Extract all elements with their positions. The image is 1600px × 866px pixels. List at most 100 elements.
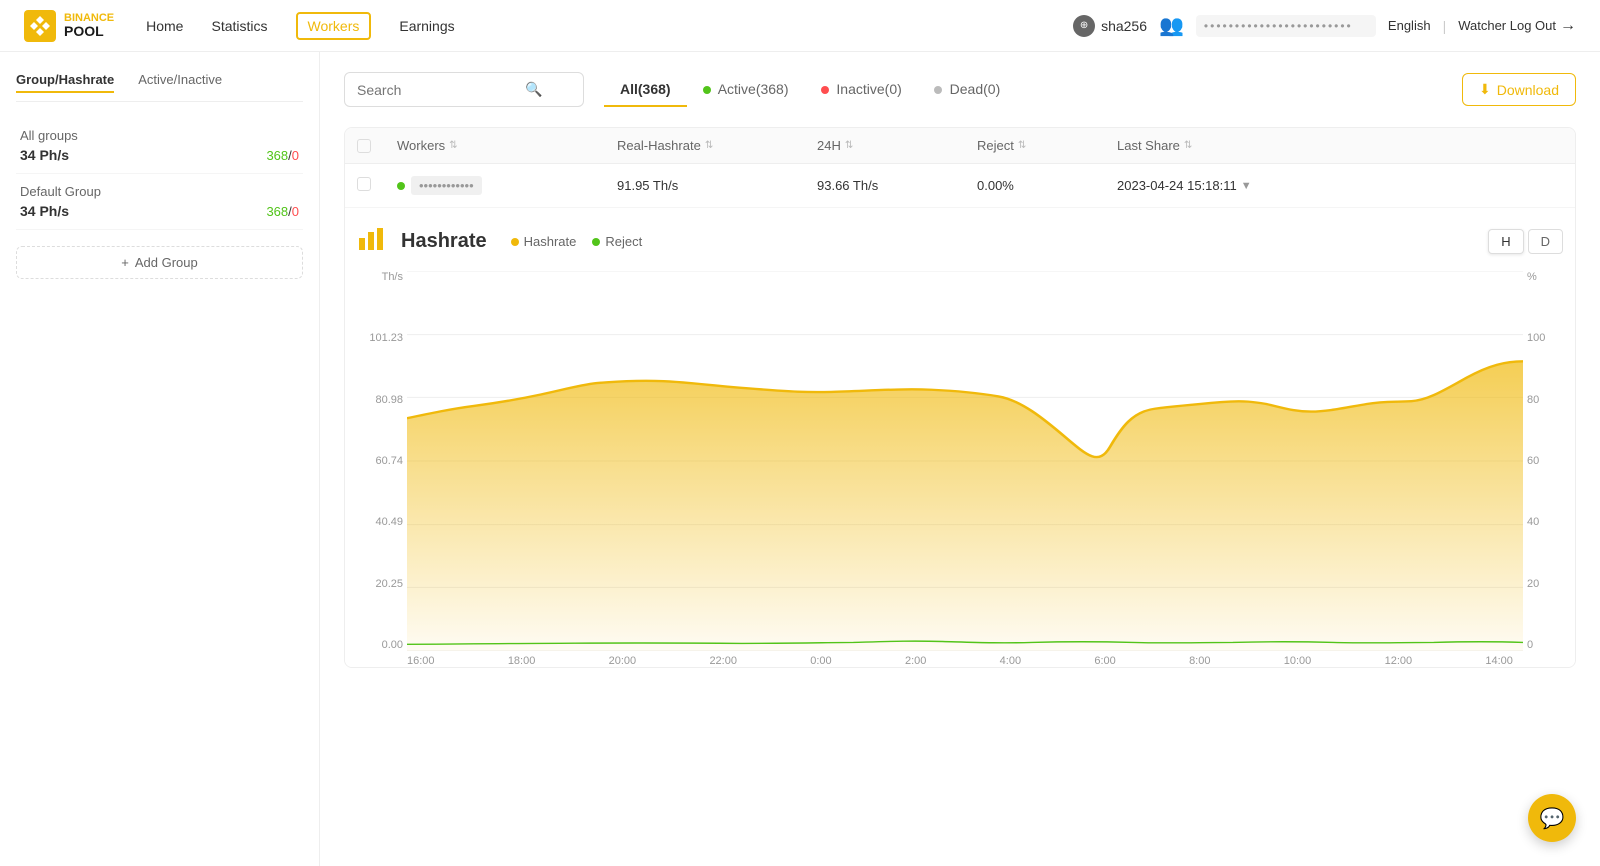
filter-active-label: Active(368)	[718, 81, 789, 97]
chart-controls: H D	[1488, 229, 1563, 254]
filter-all-label: All(368)	[620, 81, 671, 97]
logo[interactable]: BINANCE POOL	[24, 10, 114, 42]
chart-btn-day[interactable]: D	[1528, 229, 1563, 254]
hashrate-chart-section: Hashrate Hashrate Reject	[345, 208, 1575, 667]
default-group-stats: 34 Ph/s 368/0	[20, 203, 299, 219]
logout-button[interactable]: Watcher Log Out →	[1458, 17, 1576, 35]
add-group-label: Add Group	[135, 255, 198, 270]
th-reject-sort: ⇅	[1018, 140, 1026, 151]
filter-tab-dead[interactable]: Dead(0)	[918, 73, 1016, 107]
table-row-expanded: •••••••••••• 91.95 Th/s 93.66 Th/s 0.00%…	[345, 164, 1575, 667]
x-label-5: 2:00	[905, 655, 926, 667]
legend-reject-label: Reject	[605, 234, 642, 249]
add-group-icon: +	[121, 255, 129, 270]
all-groups-inactive: 0	[292, 148, 299, 163]
x-label-6: 4:00	[1000, 655, 1021, 667]
y-label-left-6: 0.00	[357, 639, 403, 651]
sidebar-tab-group-hashrate[interactable]: Group/Hashrate	[16, 72, 114, 93]
x-label-7: 6:00	[1094, 655, 1115, 667]
all-groups-label: All groups	[20, 128, 299, 143]
all-groups-stats: 34 Ph/s 368/0	[20, 147, 299, 163]
row-checkbox[interactable]	[357, 177, 371, 191]
worker-status-dot	[397, 182, 405, 190]
search-input[interactable]	[357, 82, 517, 98]
24h-value: 93.66 Th/s	[817, 178, 878, 193]
th-24h[interactable]: 24H ⇅	[805, 138, 965, 153]
th-last-share[interactable]: Last Share ⇅	[1105, 138, 1305, 153]
legend-reject: Reject	[592, 234, 642, 249]
sidebar-tab-bar: Group/Hashrate Active/Inactive	[16, 72, 303, 102]
x-label-4: 0:00	[810, 655, 831, 667]
x-label-9: 10:00	[1284, 655, 1312, 667]
last-share-value: 2023-04-24 15:18:11	[1117, 178, 1237, 193]
chart-x-axis: 16:00 18:00 20:00 22:00 0:00 2:00 4:00 6…	[357, 651, 1563, 667]
nav-right: ⊕ sha256 👥 •••••••••••••••••••••••• Engl…	[1073, 13, 1576, 38]
x-label-11: 14:00	[1485, 655, 1513, 667]
nav-home[interactable]: Home	[146, 18, 183, 34]
chart-btn-hour[interactable]: H	[1488, 229, 1523, 254]
filter-tab-all[interactable]: All(368)	[604, 73, 687, 107]
logout-label: Watcher Log Out	[1458, 18, 1556, 33]
y-label-right-3: 60	[1527, 455, 1563, 467]
download-icon: ⬇	[1479, 81, 1491, 98]
td-hashrate: 91.95 Th/s	[605, 178, 805, 193]
th-reject[interactable]: Reject ⇅	[965, 138, 1105, 153]
th-hashrate[interactable]: Real-Hashrate ⇅	[605, 138, 805, 153]
hashrate-chart-svg	[407, 271, 1523, 651]
expand-arrow-icon[interactable]: ▼	[1241, 180, 1252, 192]
chat-icon: 💬	[1540, 806, 1565, 831]
all-groups-active: 368	[266, 148, 288, 163]
default-group-label: Default Group	[20, 184, 299, 199]
chat-support-button[interactable]: 💬	[1528, 794, 1576, 842]
header-checkbox[interactable]	[357, 139, 371, 153]
chart-title: Hashrate	[401, 230, 487, 253]
y-label-left-0: Th/s	[357, 271, 403, 283]
chart-icon-svg	[357, 224, 385, 252]
binance-logo-icon	[24, 10, 56, 42]
dead-dot	[934, 86, 942, 94]
nav-earnings[interactable]: Earnings	[399, 18, 454, 34]
language-selector[interactable]: English	[1388, 18, 1431, 33]
x-label-1: 18:00	[508, 655, 536, 667]
nav-statistics[interactable]: Statistics	[211, 18, 267, 34]
nav-workers[interactable]: Workers	[296, 12, 372, 40]
legend-hashrate-dot	[511, 238, 519, 246]
td-checkbox	[345, 177, 385, 194]
y-label-left-5: 20.25	[357, 578, 403, 590]
download-button[interactable]: ⬇ Download	[1462, 73, 1576, 106]
th-24h-sort: ⇅	[845, 140, 853, 151]
all-groups-count: 368/0	[266, 148, 299, 163]
td-24h: 93.66 Th/s	[805, 178, 965, 193]
y-label-left-3: 60.74	[357, 455, 403, 467]
default-group-count: 368/0	[266, 204, 299, 219]
table-row: •••••••••••• 91.95 Th/s 93.66 Th/s 0.00%…	[345, 164, 1575, 208]
th-workers-sort: ⇅	[449, 140, 457, 151]
search-box[interactable]: 🔍	[344, 72, 584, 107]
filter-tabs: All(368) Active(368) Inactive(0) Dead(0)	[604, 73, 1016, 107]
default-group-hashrate: 34 Ph/s	[20, 203, 69, 219]
filter-bar: 🔍 All(368) Active(368) Inactive(0) Dead(…	[344, 72, 1576, 107]
legend-reject-dot	[592, 238, 600, 246]
x-label-0: 16:00	[407, 655, 435, 667]
th-workers[interactable]: Workers ⇅	[385, 138, 605, 153]
y-label-left-4: 40.49	[357, 516, 403, 528]
chart-legend: Hashrate Reject	[511, 234, 643, 249]
y-label-right-4: 40	[1527, 516, 1563, 528]
nav-divider: |	[1443, 18, 1447, 34]
sidebar: Group/Hashrate Active/Inactive All group…	[0, 52, 320, 866]
legend-hashrate-label: Hashrate	[524, 234, 577, 249]
worker-name: ••••••••••••	[411, 176, 482, 195]
add-group-button[interactable]: + Add Group	[16, 246, 303, 279]
main-content: 🔍 All(368) Active(368) Inactive(0) Dead(…	[320, 52, 1600, 866]
td-reject: 0.00%	[965, 178, 1105, 193]
y-label-right-5: 20	[1527, 578, 1563, 590]
inactive-dot	[821, 86, 829, 94]
td-worker: ••••••••••••	[385, 176, 605, 195]
filter-tab-inactive[interactable]: Inactive(0)	[805, 73, 918, 107]
sidebar-all-groups[interactable]: All groups 34 Ph/s 368/0	[16, 118, 303, 174]
sidebar-default-group[interactable]: Default Group 34 Ph/s 368/0	[16, 174, 303, 230]
filter-tab-active[interactable]: Active(368)	[687, 73, 805, 107]
sidebar-tab-active-inactive[interactable]: Active/Inactive	[138, 72, 222, 93]
y-label-left-1: 101.23	[357, 332, 403, 344]
default-group-inactive: 0	[292, 204, 299, 219]
